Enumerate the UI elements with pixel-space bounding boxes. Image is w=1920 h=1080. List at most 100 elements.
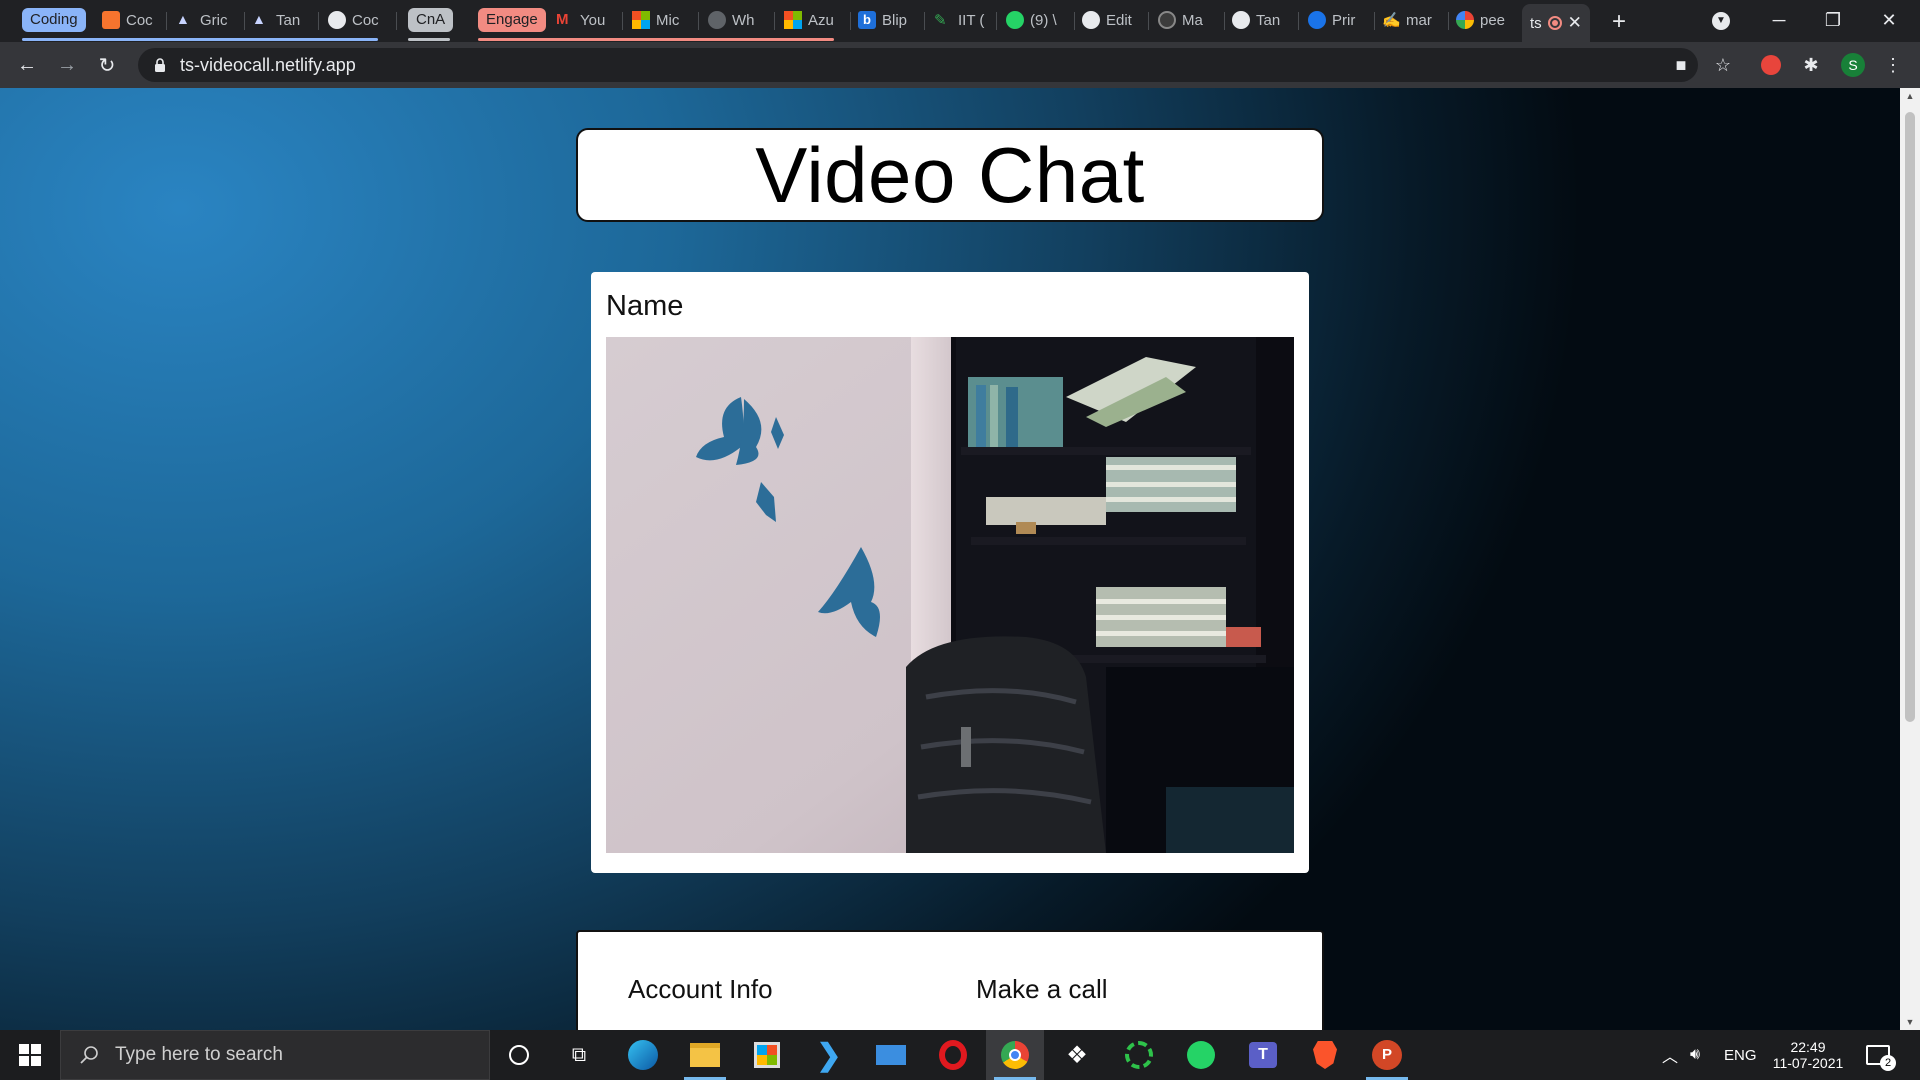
tab-group-coding[interactable]: Coding (22, 8, 86, 32)
microsoft-icon (632, 11, 650, 29)
teams-icon[interactable]: T (1234, 1030, 1292, 1080)
tab-separator (698, 12, 699, 30)
tab-label: Mic (656, 11, 680, 29)
browser-toolbar: ← → ↻ ts-videocall.netlify.app ■ ☆ ✱ S ⋮ (0, 42, 1920, 88)
tab-github-tan[interactable]: Tan (1232, 6, 1290, 34)
tab-mar[interactable]: ✍ mar (1382, 6, 1442, 34)
tab-tan-1[interactable]: ▲ Tan (252, 6, 310, 34)
address-bar[interactable]: ts-videocall.netlify.app (138, 48, 1698, 82)
recording-icon (1547, 16, 1562, 30)
tab-print[interactable]: Prir (1308, 6, 1366, 34)
microsoft-icon (784, 11, 802, 29)
tab-group-cna-underline (408, 38, 450, 41)
tab-label: Edit (1106, 11, 1132, 29)
bookmark-star-icon[interactable]: ☆ (1710, 52, 1736, 78)
tab-group-cna[interactable]: CnA (408, 8, 454, 32)
mail-icon[interactable] (862, 1030, 920, 1080)
scroll-down-icon[interactable]: ▼ (1900, 1014, 1920, 1030)
opera-icon[interactable] (924, 1030, 982, 1080)
close-tab-icon[interactable]: ✕ (1568, 13, 1582, 33)
whatsapp-taskbar-icon[interactable] (1172, 1030, 1230, 1080)
webcam-scene (606, 337, 1294, 853)
url-text: ts-videocall.netlify.app (180, 54, 356, 75)
page-scrollbar[interactable]: ▲ ▼ (1900, 88, 1920, 1030)
tab-label: Ma (1182, 11, 1203, 29)
tab-google-search[interactable]: pee (1456, 6, 1516, 34)
vscode-icon[interactable]: ❯ (800, 1030, 858, 1080)
camera-in-use-icon[interactable]: ■ (1668, 52, 1694, 78)
cortana-icon[interactable] (490, 1030, 548, 1080)
new-tab-icon[interactable]: + (1612, 8, 1626, 36)
tab-github-edit[interactable]: Edit (1082, 6, 1142, 34)
close-window-icon[interactable]: ✕ (1862, 0, 1916, 40)
tab-label: ts (1530, 14, 1542, 32)
make-call-tab[interactable]: Make a call (976, 974, 1108, 1005)
tab-iit[interactable]: ✎ IIT ( (934, 6, 990, 34)
whatsapp-icon (1006, 11, 1024, 29)
notifications-icon[interactable]: 2 (1866, 1030, 1896, 1080)
tab-separator (1224, 12, 1225, 30)
github-icon (1232, 11, 1250, 29)
tab-separator (1448, 12, 1449, 30)
minimize-icon[interactable]: ─ (1752, 0, 1806, 40)
tray-overflow-icon[interactable]: ︿ (1662, 1030, 1678, 1080)
local-video-feed (606, 337, 1294, 853)
brave-icon[interactable] (1296, 1030, 1354, 1080)
tab-label: IIT ( (958, 11, 985, 29)
tab-group-engage[interactable]: Engage (478, 8, 546, 32)
restore-icon[interactable]: ❐ (1806, 0, 1860, 40)
tab-label: Tan (276, 11, 301, 29)
taskbar-search[interactable]: Type here to search (60, 1030, 490, 1080)
tab-whatsapp-web[interactable]: Wh (708, 6, 766, 34)
microsoft-store-icon[interactable] (738, 1030, 796, 1080)
tab-coding-ninjas[interactable]: Coc (102, 6, 160, 34)
tab-separator (244, 12, 245, 30)
tab-separator (622, 12, 623, 30)
tab-blip[interactable]: b Blip (858, 6, 918, 34)
language-indicator[interactable]: ENG (1724, 1030, 1757, 1080)
mountain-icon: ▲ (252, 11, 266, 27)
tab-active-videocall[interactable]: ts ✕ (1522, 4, 1590, 42)
edge-icon[interactable] (614, 1030, 672, 1080)
menu-kebab-icon[interactable]: ⋮ (1880, 52, 1906, 78)
windows-taskbar: Type here to search ⧉ ❯ ❖ T P ︿ 🔊︎ ENG 2… (0, 1030, 1920, 1080)
sync-app-icon[interactable] (1110, 1030, 1168, 1080)
dropbox-icon[interactable]: ❖ (1048, 1030, 1106, 1080)
play-circle-icon (1308, 11, 1326, 29)
file-explorer-icon[interactable] (676, 1030, 734, 1080)
extensions-puzzle-icon[interactable]: ✱ (1798, 52, 1824, 78)
hand-icon: ✍ (1382, 12, 1401, 29)
clock[interactable]: 22:49 11-07-2021 (1770, 1030, 1846, 1080)
github-icon (1158, 11, 1176, 29)
office-chair (906, 636, 1106, 853)
tab-github-code[interactable]: Coc (328, 6, 386, 34)
tab-separator (924, 12, 925, 30)
tab-search-icon[interactable]: ▼ (1712, 12, 1730, 30)
title-banner: Video Chat (576, 128, 1324, 222)
gmail-icon: M (556, 11, 569, 28)
tab-label: Prir (1332, 11, 1356, 29)
mountain-icon: ▲ (176, 11, 190, 27)
chrome-icon[interactable] (986, 1030, 1044, 1080)
back-icon[interactable]: ← (12, 50, 42, 80)
tab-whatsapp[interactable]: (9) \ (1006, 6, 1068, 34)
powerpoint-icon[interactable]: P (1358, 1030, 1416, 1080)
scroll-up-icon[interactable]: ▲ (1900, 88, 1920, 104)
tab-github-ma[interactable]: Ma (1158, 6, 1216, 34)
tab-microsoft[interactable]: Mic (632, 6, 690, 34)
extension-record-icon[interactable] (1761, 55, 1781, 75)
tab-azure[interactable]: Azu (784, 6, 842, 34)
profile-avatar[interactable]: S (1841, 53, 1865, 77)
tab-label: Azu (808, 11, 834, 29)
tab-gridsearch[interactable]: ▲ Gric (176, 6, 236, 34)
tab-separator (396, 12, 397, 30)
clock-time: 22:49 (1790, 1039, 1826, 1055)
windows-start-icon[interactable] (0, 1030, 60, 1080)
forward-icon[interactable]: → (52, 50, 82, 80)
scrollbar-thumb[interactable] (1905, 112, 1915, 722)
volume-icon[interactable]: 🔊︎ (1690, 1030, 1700, 1080)
task-view-icon[interactable]: ⧉ (550, 1030, 608, 1080)
account-info-tab[interactable]: Account Info (628, 974, 773, 1005)
tab-gmail[interactable]: M You (556, 6, 614, 34)
reload-icon[interactable]: ↻ (92, 50, 122, 80)
